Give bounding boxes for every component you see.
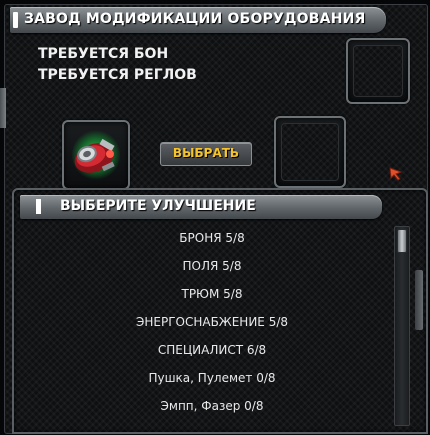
requirement-bon: ТРЕБУЕТСЯ БОН — [38, 46, 169, 62]
upgrade-item-empp-phaser[interactable]: Эмпп, Фазер 0/8 — [36, 394, 388, 418]
upgrade-panel-title: ВЫБЕРИТЕ УЛУЧШЕНИЕ — [60, 198, 256, 214]
select-button[interactable]: ВЫБРАТЬ — [160, 142, 252, 166]
upgrade-panel-header: ВЫБЕРИТЕ УЛУЧШЕНИЕ — [20, 195, 382, 219]
upgrade-item-power-supply[interactable]: ЭНЕРГОСНАБЖЕНИЕ 5/8 — [36, 310, 388, 334]
top-empty-slot[interactable] — [346, 38, 410, 104]
arrow-cursor-icon — [389, 167, 403, 181]
top-slot-inner — [353, 45, 403, 97]
result-slot-inner — [281, 123, 339, 181]
title-bar-nub — [13, 12, 18, 28]
window-title: ЗАВОД МОДИФИКАЦИИ ОБОРУДОВАНИЯ — [24, 11, 366, 27]
equipment-slot[interactable] — [62, 120, 130, 190]
requirement-reglov: ТРЕБУЕТСЯ РЕГЛОВ — [38, 67, 197, 83]
frame-corner-piece — [0, 88, 6, 128]
scrollbar-thumb[interactable] — [397, 229, 407, 253]
red-engine-module-icon — [74, 138, 115, 173]
result-slot[interactable] — [274, 116, 346, 188]
panel-header-nub — [36, 199, 41, 214]
window-title-bar[interactable]: ЗАВОД МОДИФИКАЦИИ ОБОРУДОВАНИЯ — [10, 7, 386, 33]
upgrade-item-fields[interactable]: ПОЛЯ 5/8 — [36, 254, 388, 278]
upgrade-list-scrollbar[interactable] — [394, 226, 410, 426]
upgrade-item-armor[interactable]: БРОНЯ 5/8 — [36, 226, 388, 250]
frame-side-gauge — [415, 270, 423, 330]
upgrade-list: БРОНЯ 5/8 ПОЛЯ 5/8 ТРЮМ 5/8 ЭНЕРГОСНАБЖЕ… — [36, 226, 388, 426]
upgrade-item-gun-machinegun[interactable]: Пушка, Пулемет 0/8 — [36, 366, 388, 390]
upgrade-item-hold[interactable]: ТРЮМ 5/8 — [36, 282, 388, 306]
upgrade-item-specialist[interactable]: СПЕЦИАЛИСТ 6/8 — [36, 338, 388, 362]
